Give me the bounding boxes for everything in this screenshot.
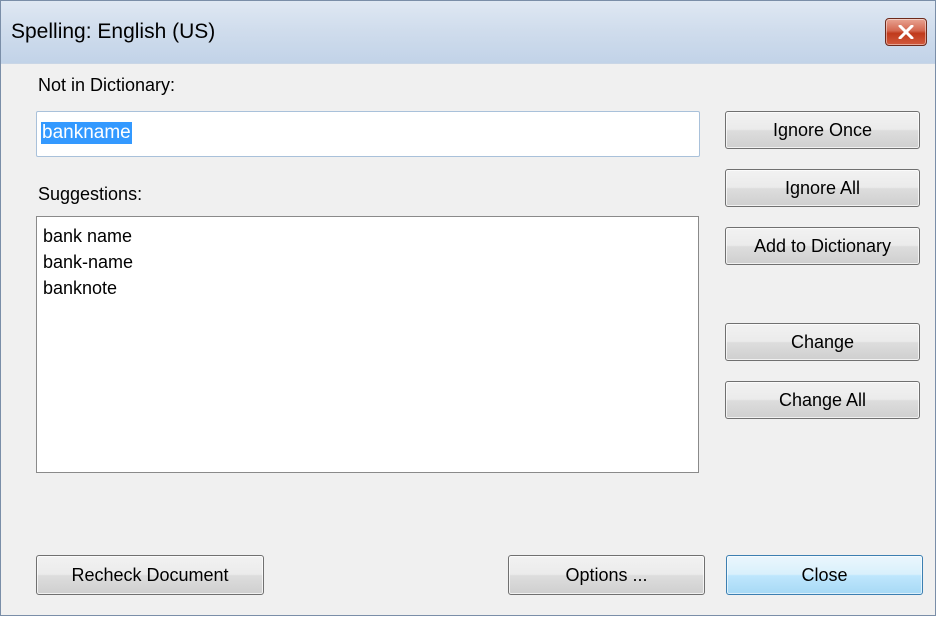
title-bar[interactable]: Spelling: English (US) (1, 1, 935, 64)
list-item[interactable]: banknote (43, 275, 698, 301)
close-button[interactable]: Close (726, 555, 923, 595)
close-window-button[interactable] (885, 18, 927, 46)
ignore-all-button[interactable]: Ignore All (725, 169, 920, 207)
close-icon (898, 25, 914, 39)
change-all-button[interactable]: Change All (725, 381, 920, 419)
list-item[interactable]: bank name (43, 223, 698, 249)
suggestions-list[interactable]: bank name bank-name banknote (36, 216, 699, 473)
ignore-once-button[interactable]: Ignore Once (725, 111, 920, 149)
misspelled-word-selected: bankname (41, 122, 132, 144)
change-button[interactable]: Change (725, 323, 920, 361)
not-in-dictionary-field[interactable]: bankname (36, 111, 700, 157)
recheck-document-button[interactable]: Recheck Document (36, 555, 264, 595)
spelling-dialog: Spelling: English (US) Not in Dictionary… (0, 0, 936, 616)
suggestions-label: Suggestions: (38, 184, 143, 204)
window-title: Spelling: English (US) (11, 20, 216, 43)
list-item[interactable]: bank-name (43, 249, 698, 275)
not-in-dictionary-label: Not in Dictionary: (38, 75, 176, 95)
add-to-dictionary-button[interactable]: Add to Dictionary (725, 227, 920, 265)
options-button[interactable]: Options ... (508, 555, 705, 595)
